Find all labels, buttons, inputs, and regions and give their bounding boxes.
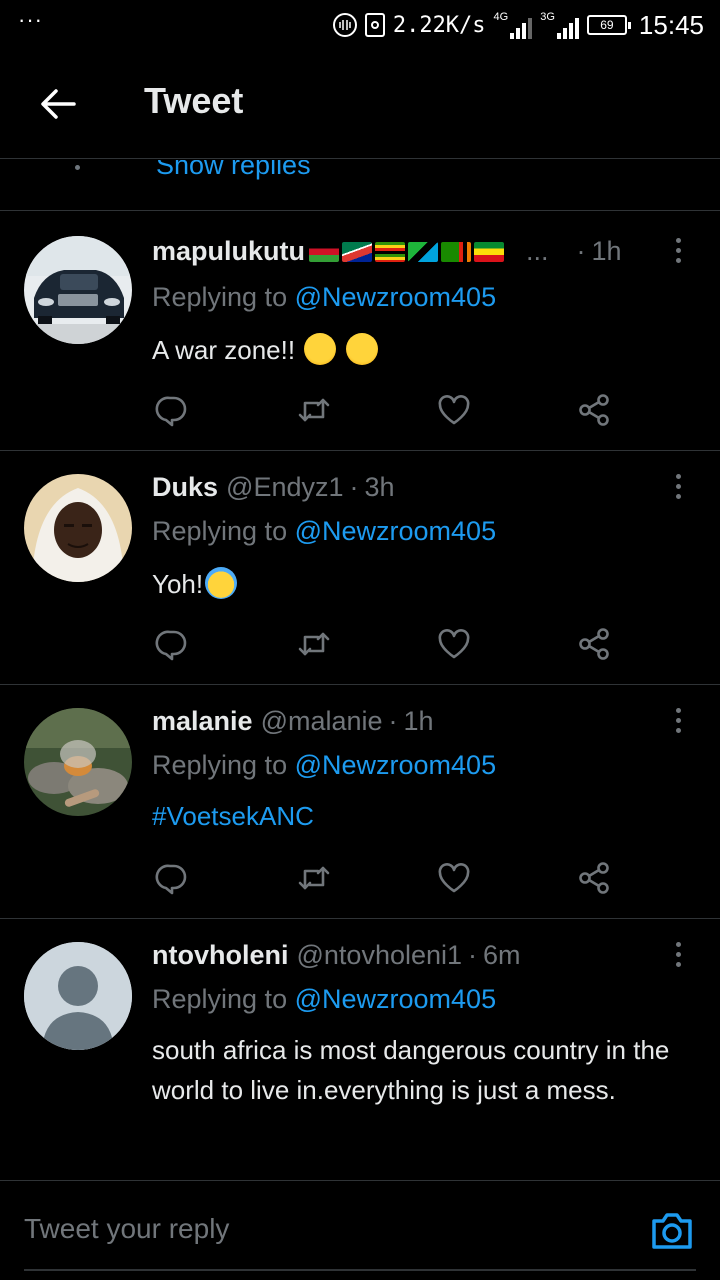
- mention-link[interactable]: @Newzroom405: [295, 984, 497, 1014]
- screen-record-icon: [364, 13, 385, 37]
- divider: [0, 210, 720, 211]
- more-options-icon[interactable]: [676, 708, 686, 738]
- replying-to: Replying to @Newzroom405: [152, 750, 497, 780]
- display-name[interactable]: malanie: [152, 706, 253, 737]
- divider: [0, 918, 720, 919]
- tweet-text: A war zone!!: [152, 330, 697, 370]
- tweet[interactable]: ntovholeni @ntovholeni1 · 6m Replying to…: [0, 940, 720, 1180]
- reply-input[interactable]: Tweet your reply: [24, 1213, 229, 1245]
- tweet-time: 1h: [591, 236, 622, 266]
- flag-zimbabwe-icon: [375, 241, 405, 262]
- replying-to: Replying to @Newzroom405: [152, 516, 497, 546]
- mention-link[interactable]: @Newzroom405: [295, 516, 497, 546]
- thinking-face-emoji: [304, 333, 337, 365]
- tweet-time: 6m: [483, 940, 521, 970]
- reply-bar: Tweet your reply: [0, 1180, 720, 1280]
- avatar[interactable]: [24, 474, 132, 582]
- screaming-face-emoji: [205, 567, 238, 599]
- share-icon[interactable]: [576, 860, 612, 896]
- tweet-header: malanie @malanie · 1h: [152, 706, 434, 737]
- flag-south-africa-icon: [342, 241, 372, 262]
- retweet-icon[interactable]: [296, 860, 332, 896]
- signal-1: 4G: [494, 11, 533, 39]
- display-name[interactable]: mapulukutu: [152, 236, 305, 267]
- flag-tanzania-icon: [408, 241, 438, 262]
- user-handle[interactable]: @Endyz1: [226, 472, 343, 503]
- flags-emoji: [309, 241, 504, 262]
- divider: [0, 450, 720, 451]
- tweet-actions: [154, 392, 624, 428]
- retweet-icon[interactable]: [296, 626, 332, 662]
- tweet-header: Duks @Endyz1 · 3h: [152, 472, 395, 503]
- more-options-icon[interactable]: [676, 942, 686, 972]
- clock: 15:45: [638, 9, 704, 40]
- more-options-icon[interactable]: [676, 474, 686, 504]
- camera-icon[interactable]: [650, 1211, 694, 1251]
- tweet-actions: [154, 626, 624, 662]
- tweet-time: 3h: [364, 472, 395, 502]
- thinking-face-emoji: [345, 333, 378, 365]
- avatar[interactable]: [24, 236, 132, 344]
- default-avatar-icon[interactable]: [24, 942, 132, 1050]
- signal-bars-icon: [556, 18, 579, 39]
- battery-icon: 69: [586, 15, 631, 35]
- display-name[interactable]: ntovholeni: [152, 940, 289, 971]
- like-icon[interactable]: [436, 392, 472, 428]
- signal-bars-icon: [510, 18, 533, 39]
- reply-icon[interactable]: [154, 626, 190, 662]
- share-icon[interactable]: [576, 392, 612, 428]
- vibrate-icon: [332, 13, 357, 37]
- replying-to: Replying to @Newzroom405: [152, 984, 497, 1014]
- user-handle[interactable]: @ntovholeni1: [297, 940, 463, 971]
- reply-icon[interactable]: [154, 392, 190, 428]
- tweet-header: ntovholeni @ntovholeni1 · 6m: [152, 940, 521, 971]
- display-name[interactable]: Duks: [152, 472, 218, 503]
- network-speed: 2.22K/s: [392, 12, 486, 38]
- flag-ethiopia-icon: [474, 241, 504, 262]
- status-bar: ··· 2.22K/s 4G 3G 69 15:45: [0, 0, 720, 50]
- tweet-text: south africa is most dangerous country i…: [152, 1035, 670, 1105]
- hashtag-link[interactable]: #VoetsekANC: [152, 796, 697, 836]
- divider: [0, 684, 720, 685]
- tweet[interactable]: malanie @malanie · 1h Replying to @Newzr…: [0, 706, 720, 918]
- mention-link[interactable]: @Newzroom405: [295, 282, 497, 312]
- tweet-header: mapulukutu ... · 1h: [152, 236, 622, 267]
- tweet[interactable]: mapulukutu ... · 1h Replying to @Newzroo…: [0, 236, 720, 450]
- signal-2: 3G: [540, 11, 579, 39]
- replying-to: Replying to @Newzroom405: [152, 282, 497, 312]
- avatar[interactable]: [24, 708, 132, 816]
- user-handle[interactable]: @malanie: [261, 706, 383, 737]
- flag-malawi-icon: [309, 241, 339, 262]
- tweet-actions: [154, 860, 624, 896]
- header-divider: [0, 158, 720, 159]
- back-arrow-icon[interactable]: [38, 86, 78, 122]
- more-options-icon[interactable]: [676, 238, 686, 268]
- retweet-icon[interactable]: [296, 392, 332, 428]
- reply-icon[interactable]: [154, 860, 190, 896]
- share-icon[interactable]: [576, 626, 612, 662]
- like-icon[interactable]: [436, 860, 472, 896]
- status-overflow-dots: ···: [18, 7, 43, 32]
- flag-zambia-icon: [441, 241, 471, 262]
- tweet[interactable]: Duks @Endyz1 · 3h Replying to @Newzroom4…: [0, 472, 720, 684]
- page-title: Tweet: [144, 80, 244, 121]
- mention-link[interactable]: @Newzroom405: [295, 750, 497, 780]
- like-icon[interactable]: [436, 626, 472, 662]
- reply-underline: [24, 1269, 696, 1271]
- top-bar: Tweet: [0, 50, 720, 160]
- tweet-time: 1h: [403, 706, 434, 736]
- tweet-text: Yoh!: [152, 564, 697, 604]
